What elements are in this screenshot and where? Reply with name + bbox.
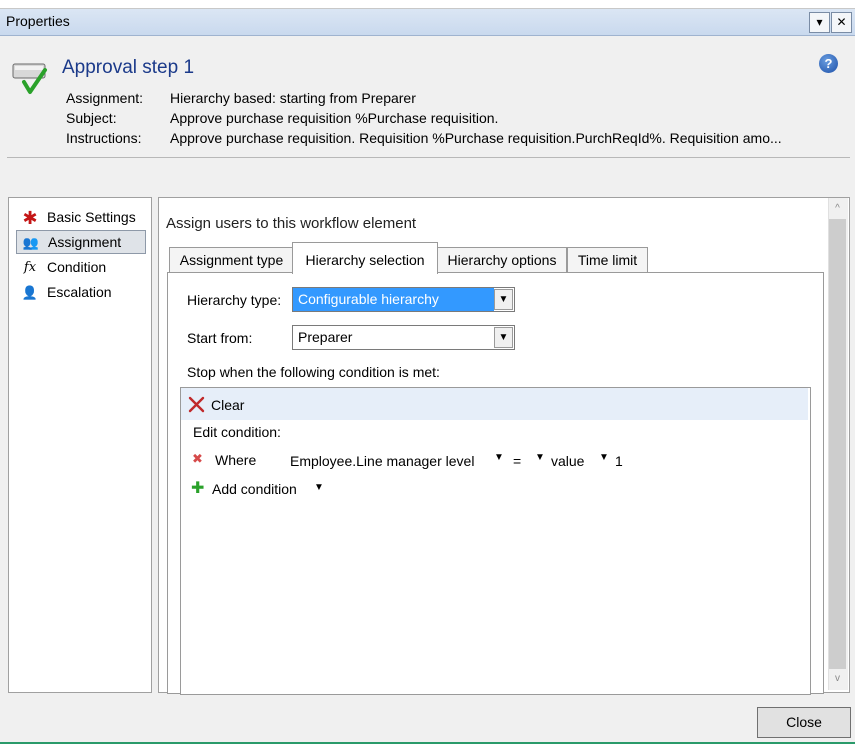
nav-item-condition[interactable]: fx Condition <box>16 256 144 278</box>
nav-item-label: Escalation <box>47 284 112 300</box>
condition-toolbar <box>181 388 808 420</box>
asterisk-icon: ✱ <box>22 208 38 228</box>
chevron-down-icon[interactable]: ▼ <box>535 452 545 463</box>
scroll-down-arrow[interactable]: v <box>829 670 846 688</box>
step-title: Approval step 1 <box>62 57 195 78</box>
subject-value: Approve purchase requisition %Purchase r… <box>170 110 499 126</box>
subject-label: Subject: <box>66 110 117 126</box>
panel-heading: Assign users to this workflow element <box>166 215 417 232</box>
chevron-down-icon[interactable]: ▼ <box>494 452 504 463</box>
nav-item-basic-settings[interactable]: ✱ Basic Settings <box>16 206 144 228</box>
title-bar: Properties ▾ ✕ <box>0 9 855 36</box>
condition-operator[interactable]: = <box>513 453 521 469</box>
users-icon: 👥 <box>22 235 40 250</box>
where-label: Where <box>215 452 257 468</box>
nav-item-label: Assignment <box>48 234 122 250</box>
scrollbar-thumb[interactable] <box>829 219 846 669</box>
condition-value[interactable]: 1 <box>615 453 623 469</box>
chevron-down-icon[interactable]: ▼ <box>599 452 609 463</box>
add-condition-button[interactable]: Add condition <box>212 481 297 497</box>
tab-hierarchy-options[interactable]: Hierarchy options <box>437 247 567 273</box>
chevron-down-icon[interactable]: ▼ <box>494 327 513 348</box>
assignment-value: Hierarchy based: starting from Preparer <box>170 90 416 106</box>
condition-value-type[interactable]: value <box>551 453 584 469</box>
start-from-value: Preparer <box>298 329 353 345</box>
window-close-button[interactable]: ✕ <box>831 12 852 33</box>
nav-item-escalation[interactable]: 👤 Escalation <box>16 281 144 303</box>
edit-condition-label: Edit condition: <box>193 424 281 440</box>
assignment-label: Assignment: <box>66 90 144 106</box>
nav-item-assignment[interactable]: 👥 Assignment <box>16 230 146 254</box>
instructions-value: Approve purchase requisition. Requisitio… <box>170 130 782 146</box>
start-from-select[interactable]: Preparer ▼ <box>292 325 515 350</box>
clear-icon[interactable] <box>188 396 205 413</box>
tab-hierarchy-selection[interactable]: Hierarchy selection <box>292 242 438 274</box>
condition-field[interactable]: Employee.Line manager level <box>290 453 474 469</box>
tab-assignment-type[interactable]: Assignment type <box>169 247 294 273</box>
tab-time-limit[interactable]: Time limit <box>567 247 648 273</box>
clear-button[interactable]: Clear <box>211 397 244 413</box>
stop-condition-label: Stop when the following condition is met… <box>187 364 440 380</box>
instructions-label: Instructions: <box>66 130 142 146</box>
hierarchy-type-value: Configurable hierarchy <box>293 288 494 311</box>
nav-item-label: Basic Settings <box>47 209 136 225</box>
window-title: Properties <box>6 13 70 29</box>
chevron-down-icon[interactable]: ▼ <box>494 289 513 310</box>
remove-condition-icon[interactable]: ✖ <box>192 451 203 467</box>
chevron-down-icon[interactable]: ▼ <box>314 482 324 493</box>
window-menu-button[interactable]: ▾ <box>809 12 830 33</box>
approval-step-icon <box>12 63 47 94</box>
scroll-up-arrow[interactable]: ^ <box>829 200 846 218</box>
escalation-icon: 👤 <box>21 285 39 300</box>
header-separator <box>7 157 850 158</box>
nav-item-label: Condition <box>47 259 107 275</box>
close-button[interactable]: Close <box>757 707 851 738</box>
function-icon: fx <box>23 260 37 275</box>
plus-icon[interactable]: ✚ <box>191 478 204 498</box>
settings-nav: ✱ Basic Settings 👥 Assignment fx Conditi… <box>8 197 152 693</box>
hierarchy-type-label: Hierarchy type: <box>187 292 282 308</box>
start-from-label: Start from: <box>187 330 253 346</box>
top-strip <box>0 0 855 9</box>
help-icon[interactable]: ? <box>819 54 838 73</box>
hierarchy-type-select[interactable]: Configurable hierarchy ▼ <box>292 287 515 312</box>
